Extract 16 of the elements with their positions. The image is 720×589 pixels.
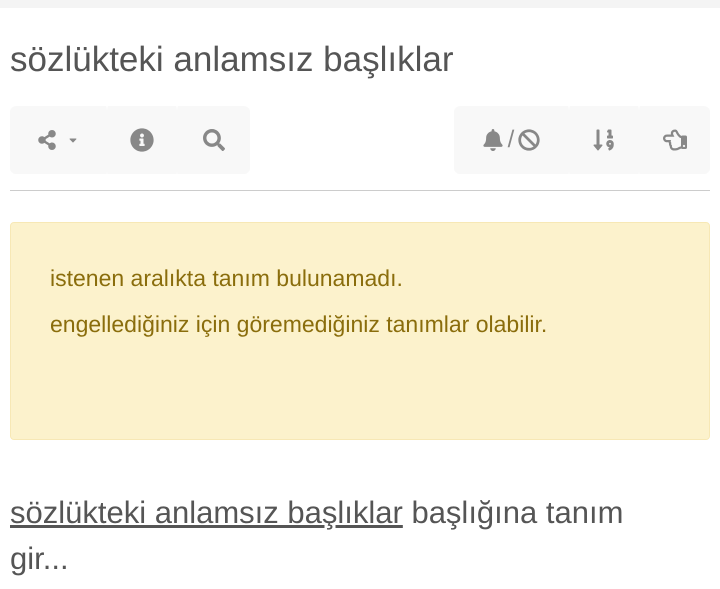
pointing-hand-icon [663, 128, 687, 152]
sort-icon [592, 128, 616, 152]
topic-link[interactable]: sözlükteki anlamsız başlıklar [10, 495, 403, 530]
share-icon [37, 130, 57, 150]
separator-text: / [508, 125, 514, 155]
search-icon [203, 129, 225, 151]
pointing-hand-button[interactable] [640, 106, 710, 174]
topic-title: sözlükteki anlamsız başlıklar [9, 39, 454, 81]
alert-text: istenen aralıkta tanım bulunamadı. [50, 264, 404, 293]
bell-icon [482, 129, 504, 151]
entry-prompt-text: sözlükteki anlamsız başlıklar başlığına tanım gir... [10, 494, 624, 578]
info-icon [130, 128, 154, 152]
share-button[interactable] [10, 106, 106, 174]
alert-text: engellediğiniz için göremediğiniz tanımlar olabilir. [50, 310, 548, 339]
block-icon [518, 129, 540, 151]
search-button[interactable] [178, 106, 250, 174]
